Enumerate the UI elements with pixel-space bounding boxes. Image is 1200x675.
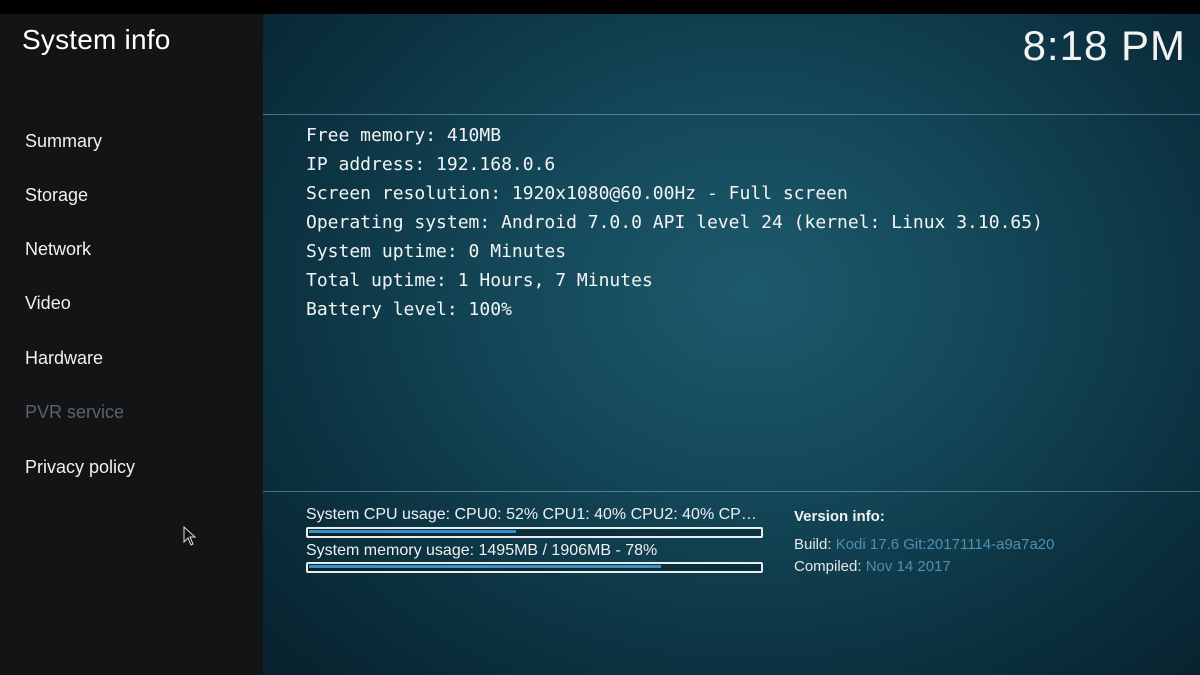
compiled-value: Nov 14 2017 — [865, 558, 951, 575]
top-letterbox — [0, 0, 1200, 14]
build-label: Build: — [794, 536, 832, 553]
cpu-usage-label: System CPU usage: CPU0: 52% CPU1: 40% CP… — [306, 506, 763, 523]
compiled-label: Compiled: — [794, 558, 862, 575]
clock: 8:18 PM — [1022, 22, 1186, 69]
sidebar-item-pvr-service: PVR service — [25, 402, 125, 422]
sidebar-item-video[interactable]: Video — [25, 293, 71, 314]
memory-usage-label: System memory usage: 1495MB / 1906MB - 7… — [306, 542, 658, 559]
sidebar-item-summary[interactable]: Summary — [25, 131, 102, 152]
mouse-pointer-icon — [183, 526, 197, 546]
sidebar — [0, 14, 263, 675]
info-total-uptime: Total uptime: 1 Hours, 7 Minutes — [306, 270, 653, 291]
top-divider — [263, 114, 1200, 115]
bottom-divider — [263, 491, 1200, 492]
info-battery-level: Battery level: 100% — [306, 299, 512, 320]
info-free-memory: Free memory: 410MB — [306, 125, 502, 146]
memory-usage-bar-fill — [309, 565, 661, 568]
info-ip-address: IP address: 192.168.0.6 — [306, 154, 556, 175]
cpu-usage-bar-fill — [309, 530, 516, 533]
sidebar-item-hardware[interactable]: Hardware — [25, 348, 103, 369]
version-build: Build: Kodi 17.6 Git:20171114-a9a7a20 — [794, 536, 1055, 553]
page-title: System info — [22, 24, 171, 55]
kodi-system-info-screen: System info 8:18 PM Summary Storage Netw… — [0, 0, 1200, 675]
sidebar-item-privacy-policy[interactable]: Privacy policy — [25, 457, 135, 478]
cpu-usage-bar — [306, 527, 763, 538]
version-compiled: Compiled: Nov 14 2017 — [794, 558, 951, 575]
info-system-uptime: System uptime: 0 Minutes — [306, 241, 567, 262]
info-screen-resolution: Screen resolution: 1920x1080@60.00Hz - F… — [306, 183, 848, 204]
memory-usage-bar — [306, 562, 763, 573]
build-value: Kodi 17.6 Git:20171114-a9a7a20 — [835, 536, 1055, 553]
sidebar-item-network[interactable]: Network — [25, 239, 91, 260]
sidebar-item-storage[interactable]: Storage — [25, 185, 88, 206]
version-info-title: Version info: — [794, 508, 885, 525]
info-operating-system: Operating system: Android 7.0.0 API leve… — [306, 212, 1043, 233]
